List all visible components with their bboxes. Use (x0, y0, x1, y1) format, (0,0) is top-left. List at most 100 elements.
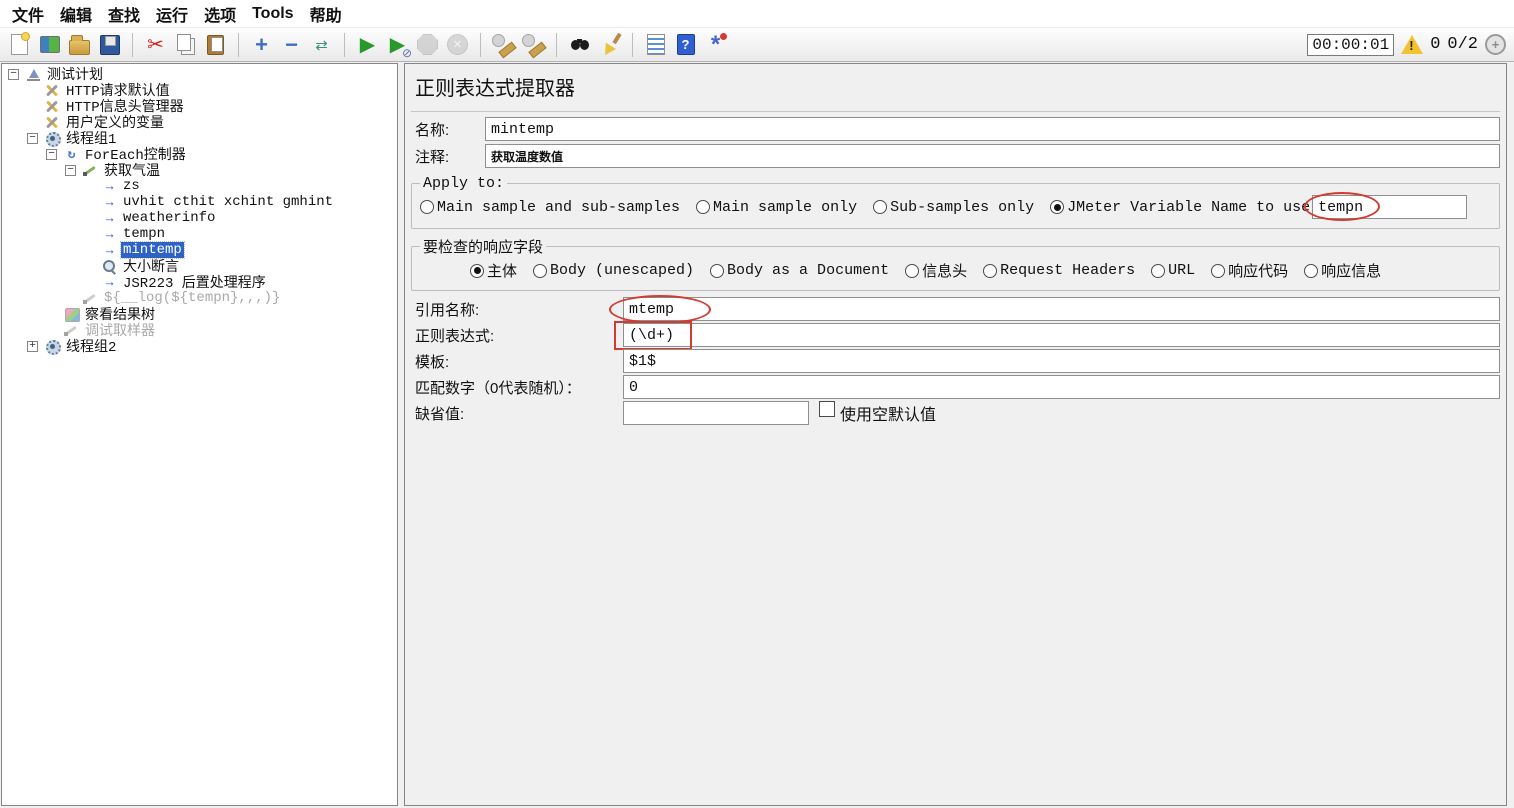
save-icon[interactable] (96, 31, 123, 58)
tree-node[interactable]: 察看结果树 (2, 306, 397, 322)
clear-all-icon[interactable] (520, 31, 547, 58)
radio-circle-url[interactable] (1151, 264, 1165, 278)
ssl-manager-icon[interactable]: * (702, 31, 729, 58)
radio-circle-body-unescaped[interactable] (533, 264, 547, 278)
tree-node-label[interactable]: JSR223 后置处理程序 (121, 272, 268, 292)
menu-item-tools[interactable]: Tools (244, 3, 301, 25)
tree-node[interactable]: →zs (2, 178, 397, 194)
tree-node[interactable]: ${__log(${tempn},,,)} (2, 290, 397, 306)
tree-node-label[interactable]: 获取气温 (102, 160, 162, 180)
tree-node-label[interactable]: tempn (121, 226, 167, 242)
search-icon[interactable] (566, 31, 593, 58)
collapse-icon[interactable]: − (8, 69, 19, 80)
tree-node-label[interactable]: zs (121, 178, 142, 194)
radio-circle-body-as-document[interactable] (710, 264, 724, 278)
tree-node[interactable]: − 获取气温 (2, 162, 397, 178)
cut-icon[interactable]: ✂ (142, 31, 169, 58)
menu-item-search[interactable]: 查找 (100, 0, 148, 28)
shutdown-icon[interactable] (444, 31, 471, 58)
radio-response-code[interactable]: 响应代码 (1211, 260, 1288, 281)
menu-item-edit[interactable]: 编辑 (52, 0, 100, 28)
arrow-icon: → (101, 275, 118, 290)
radio-jmeter-variable-name[interactable]: JMeter Variable Name to use (1050, 199, 1310, 216)
tree-node[interactable]: →tempn (2, 226, 397, 242)
tree-node[interactable]: 调试取样器 (2, 322, 397, 338)
collapse-icon[interactable]: − (46, 149, 57, 160)
tree-node[interactable]: →mintemp (2, 242, 397, 258)
radio-circle-main-sample-and-sub-samples[interactable] (420, 200, 434, 214)
menu-item-file[interactable]: 文件 (4, 0, 52, 28)
radio-circle-main-sample-only[interactable] (696, 200, 710, 214)
tree-node[interactable]: 用户定义的变量 (2, 114, 397, 130)
name-label: 名称: (411, 119, 485, 140)
tree-node[interactable]: −测试计划 (2, 66, 397, 82)
sampler-icon (82, 163, 99, 178)
expand-icon[interactable]: + (27, 341, 38, 352)
use-empty-default-checkbox[interactable] (819, 401, 835, 417)
radio-body-unescaped[interactable]: Body (unescaped) (533, 262, 694, 279)
regex-input[interactable] (623, 323, 1500, 347)
radio-circle-body[interactable] (470, 264, 484, 278)
collapse-icon[interactable]: − (27, 133, 38, 144)
tree-node[interactable]: + 线程组2 (2, 338, 397, 354)
start-icon[interactable]: ▶ (354, 31, 381, 58)
default-value-input[interactable] (623, 401, 809, 425)
radio-label: Sub-samples only (890, 199, 1034, 216)
clear-search-icon[interactable] (596, 31, 623, 58)
start-no-timers-icon[interactable]: ▶ (384, 31, 411, 58)
clear-icon[interactable] (490, 31, 517, 58)
stop-icon[interactable] (414, 31, 441, 58)
toggle-icon[interactable]: ⇄ (308, 31, 335, 58)
menu-item-run[interactable]: 运行 (148, 0, 196, 28)
name-input[interactable] (485, 117, 1500, 141)
template-input[interactable] (623, 349, 1500, 373)
menu-item-options[interactable]: 选项 (196, 0, 244, 28)
radio-circle-request-headers[interactable] (983, 264, 997, 278)
paste-icon[interactable] (202, 31, 229, 58)
remove-icon[interactable]: − (278, 31, 305, 58)
tree-node[interactable]: →uvhit cthit xchint gmhint (2, 194, 397, 210)
tree-node[interactable]: −线程组1 (2, 130, 397, 146)
radio-url[interactable]: URL (1151, 262, 1195, 279)
reference-name-label: 引用名称: (411, 299, 623, 320)
jmeter-variable-input[interactable] (1312, 195, 1467, 219)
tree-node[interactable]: HTTP请求默认值 (2, 82, 397, 98)
arrow-icon: → (101, 211, 118, 226)
radio-circle-response-message[interactable] (1304, 264, 1318, 278)
radio-circle-jmeter-variable-name[interactable] (1050, 200, 1064, 214)
radio-circle-response-headers[interactable] (905, 264, 919, 278)
radio-circle-response-code[interactable] (1211, 264, 1225, 278)
match-number-input[interactable] (623, 375, 1500, 399)
function-helper-icon[interactable] (642, 31, 669, 58)
tree-node[interactable]: −↻ForEach控制器 (2, 146, 397, 162)
tree-node-label[interactable]: 线程组2 (64, 336, 118, 356)
tree-node[interactable]: →weatherinfo (2, 210, 397, 226)
radio-main-sample-and-sub-samples[interactable]: Main sample and sub-samples (420, 199, 680, 216)
error-count[interactable]: 0 (1430, 35, 1440, 54)
radio-sub-samples-only[interactable]: Sub-samples only (873, 199, 1034, 216)
warning-icon[interactable] (1401, 35, 1423, 54)
radio-circle-sub-samples-only[interactable] (873, 200, 887, 214)
templates-icon[interactable] (36, 31, 63, 58)
response-field-group: 要检查的响应字段 主体Body (unescaped)Body as a Doc… (411, 236, 1500, 291)
radio-response-headers[interactable]: 信息头 (905, 260, 967, 281)
add-icon[interactable]: + (248, 31, 275, 58)
open-icon[interactable] (66, 31, 93, 58)
copy-icon[interactable] (172, 31, 199, 58)
radio-response-message[interactable]: 响应信息 (1304, 260, 1381, 281)
tree-node-label[interactable]: uvhit cthit xchint gmhint (121, 194, 335, 210)
radio-main-sample-only[interactable]: Main sample only (696, 199, 857, 216)
new-icon[interactable] (6, 31, 33, 58)
radio-request-headers[interactable]: Request Headers (983, 262, 1135, 279)
radio-body[interactable]: 主体 (470, 260, 517, 281)
menu-item-help[interactable]: 帮助 (302, 0, 350, 28)
tree-node[interactable]: HTTP信息头管理器 (2, 98, 397, 114)
radio-body-as-document[interactable]: Body as a Document (710, 262, 889, 279)
sampler-icon (82, 291, 99, 306)
tree-node[interactable]: →JSR223 后置处理程序 (2, 274, 397, 290)
comments-input[interactable] (485, 144, 1500, 168)
tree-node-label[interactable]: weatherinfo (121, 210, 217, 226)
collapse-icon[interactable]: − (65, 165, 76, 176)
help-icon[interactable] (672, 31, 699, 58)
reference-name-input[interactable] (623, 297, 1500, 321)
